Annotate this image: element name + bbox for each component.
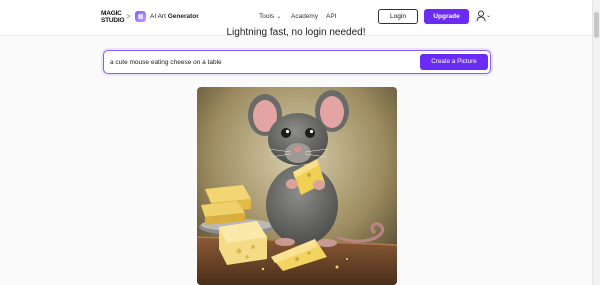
breadcrumb-separator: > [126,12,131,21]
page-scrollbar[interactable] [592,0,600,285]
app-title-bold: Generator [167,13,199,20]
page-subtitle: Lightning fast, no login needed! [226,27,366,38]
create-picture-button[interactable]: Create a Picture [420,54,488,70]
prompt-input[interactable] [110,55,410,69]
user-icon[interactable] [476,10,486,22]
chevron-down-icon: ⌄ [276,14,282,20]
nav-tools-label: Tools [259,13,275,20]
breadcrumb-app-title[interactable]: AI Art Generator [150,13,199,20]
logo-line-1: MAGIC [101,10,122,17]
scrollbar-thumb[interactable] [594,12,599,38]
ai-art-generator-icon [135,11,146,22]
nav-tools-menu[interactable]: Tools ⌄ [259,13,281,20]
upgrade-button[interactable]: Upgrade [424,9,469,24]
nav-academy-link[interactable]: Academy [291,13,318,20]
logo-line-2: STUDIO [101,17,125,24]
app-title-prefix: AI Art [150,13,166,20]
nav-api-link[interactable]: API [326,13,336,20]
magic-studio-logo[interactable]: MAGIC STUDIO [101,10,125,26]
prompt-bar: Create a Picture [103,50,491,74]
login-button[interactable]: Login [378,9,418,24]
page: MAGIC STUDIO > AI Art Generator Tools ⌄ A… [0,0,600,285]
generated-image[interactable] [197,87,397,285]
chevron-down-icon[interactable]: ⌄ [486,12,491,19]
